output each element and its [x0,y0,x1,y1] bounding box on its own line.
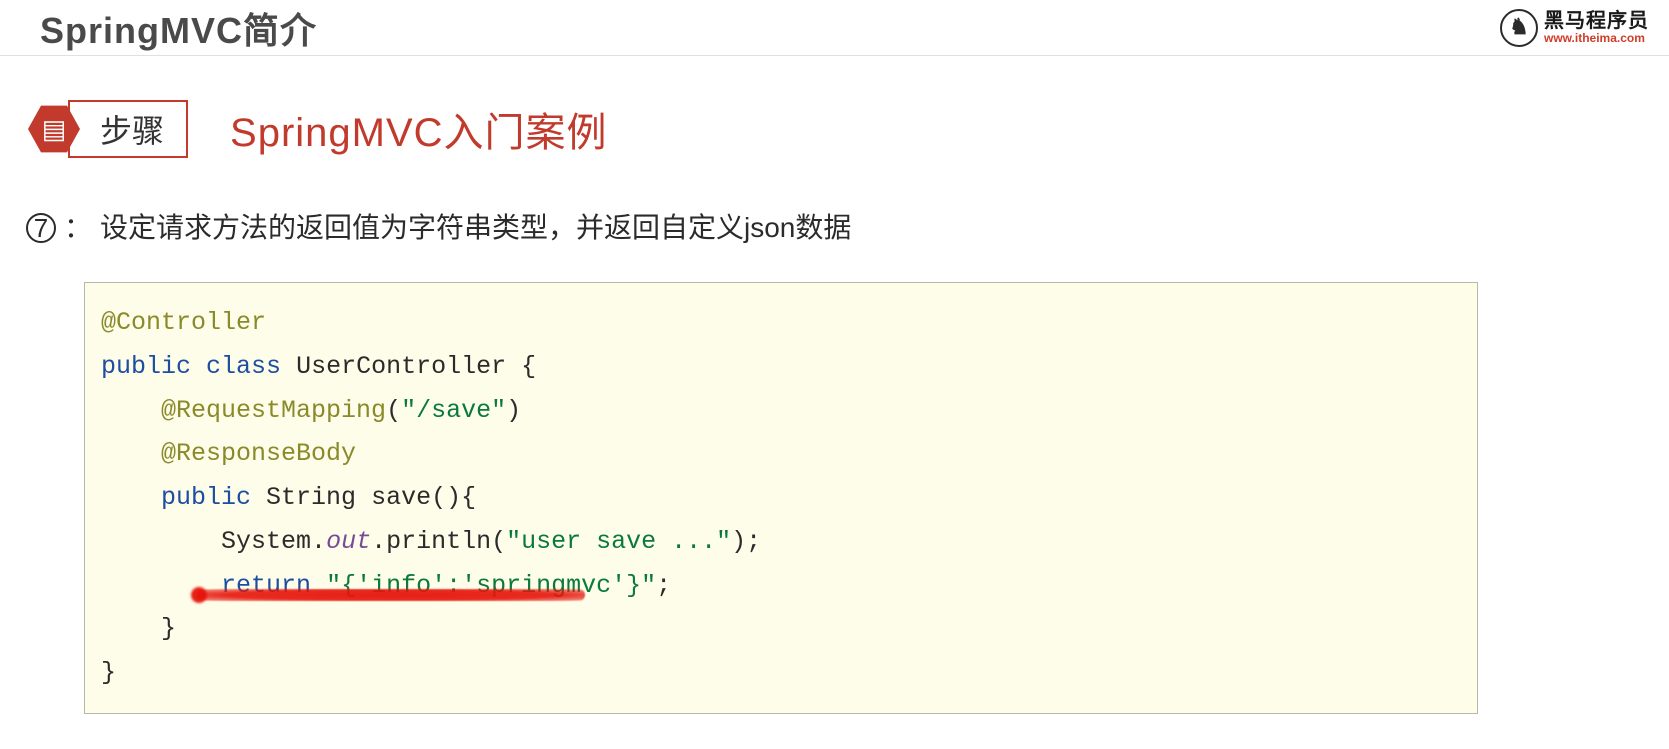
logo-text: 黑马程序员 www.itheima.com [1544,11,1649,44]
code-system: System. [221,527,326,556]
code-brace-open1: { [521,352,536,381]
code-string-msg: "user save ..." [506,527,731,556]
code-annotation-controller: @Controller [101,308,266,337]
header-bar: SpringMVC简介 ♞ 黑马程序员 www.itheima.com [0,0,1669,56]
step-label: 步骤 [68,100,188,158]
code-brace-close1: } [101,658,116,687]
code-brace-close2: } [161,614,176,643]
code-class-name: UserController [296,352,506,381]
code-type-string: String [266,483,356,512]
code-method-save: save [371,483,431,512]
code-field-out: out [326,527,371,556]
code-println: .println( [371,527,506,556]
instruction-row: 7 ： 设定请求方法的返回值为字符串类型，并返回自定义json数据 [26,206,1639,246]
code-string-path: "/save" [401,396,506,425]
code-annotation-reqmap: @RequestMapping [161,396,386,425]
section-title: SpringMVC入门案例 [230,100,608,158]
step-number-badge: 7 [26,213,56,243]
content-area: ▤ 步骤 SpringMVC入门案例 7 ： 设定请求方法的返回值为字符串类型，… [0,56,1669,744]
step-hex-icon: ▤ [28,103,80,155]
step-header-row: ▤ 步骤 SpringMVC入门案例 [30,100,1639,158]
instruction-text: 设定请求方法的返回值为字符串类型，并返回自定义json数据 [100,206,851,246]
code-close-println: ); [731,527,761,556]
colon: ： [64,206,92,246]
logo-area: ♞ 黑马程序员 www.itheima.com [1500,9,1649,47]
code-kw-public2: public [161,483,251,512]
document-icon: ▤ [42,114,67,145]
page-title: SpringMVC简介 [40,2,317,54]
horse-glyph: ♞ [1509,14,1529,40]
code-annotation-respbody: @ResponseBody [161,439,356,468]
code-brace-open2: { [461,483,476,512]
horse-logo-icon: ♞ [1500,9,1538,47]
red-underline-annotation [197,589,585,601]
code-kw-public1: public [101,352,191,381]
logo-brand-url: www.itheima.com [1544,32,1645,44]
code-semi: ; [656,571,671,600]
code-kw-class: class [206,352,281,381]
logo-brand-cn: 黑马程序员 [1544,11,1649,31]
code-block: @Controller public class UserController … [84,282,1478,714]
code-parens: () [431,483,461,512]
